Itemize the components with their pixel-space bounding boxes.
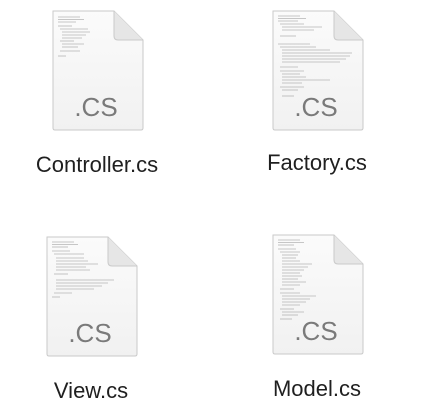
extension-label: .CS (68, 318, 112, 348)
file-name-label[interactable]: Controller.cs (36, 152, 158, 178)
cs-document-icon[interactable]: .CS (44, 236, 140, 358)
cs-document-icon[interactable]: .CS (270, 10, 366, 132)
cs-document-icon[interactable]: .CS (270, 234, 366, 356)
file-name-label[interactable]: Factory.cs (267, 150, 367, 176)
cs-document-icon[interactable]: .CS (50, 10, 146, 132)
extension-label: .CS (294, 92, 338, 122)
extension-label: .CS (294, 316, 338, 346)
file-name-label[interactable]: View.cs (54, 378, 128, 404)
file-name-label[interactable]: Model.cs (273, 376, 361, 402)
extension-label: .CS (74, 92, 118, 122)
